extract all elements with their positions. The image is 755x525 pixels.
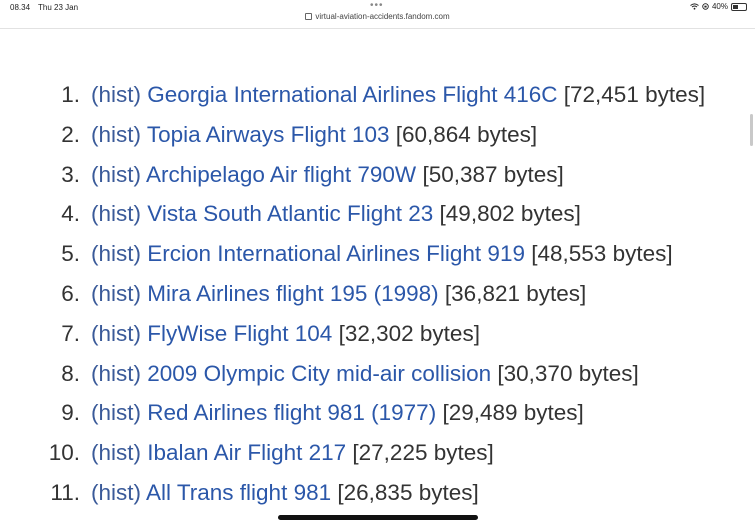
item-number: 10. bbox=[48, 440, 80, 466]
page-size: [50,387 bytes] bbox=[422, 161, 564, 187]
item-number: 7. bbox=[61, 320, 80, 346]
item-entry: (hist) All Trans flight 981 [26,835 byte… bbox=[91, 473, 479, 513]
page-title-link[interactable]: Ercion International Airlines Flight 919 bbox=[147, 241, 525, 266]
hist-link[interactable]: (hist) bbox=[91, 82, 141, 107]
page-title-link[interactable]: Vista South Atlantic Flight 23 bbox=[147, 201, 433, 226]
item-number: 4. bbox=[61, 201, 80, 227]
battery-icon bbox=[731, 2, 747, 11]
hist-link[interactable]: (hist) bbox=[91, 361, 141, 386]
item-number: 11. bbox=[50, 479, 80, 505]
list-item: 11. (hist) All Trans flight 981 [26,835 b… bbox=[0, 473, 755, 513]
item-number: 5. bbox=[61, 241, 80, 267]
page-title-link[interactable]: Georgia International Airlines Flight 41… bbox=[147, 82, 557, 107]
page-size: [29,489 bytes] bbox=[442, 400, 584, 426]
item-entry: (hist) Georgia International Airlines Fl… bbox=[91, 75, 705, 115]
url-text: virtual-aviation-accidents.fandom.com bbox=[315, 12, 450, 21]
status-date: Thu 23 Jan bbox=[38, 3, 79, 12]
address-bar[interactable]: virtual-aviation-accidents.fandom.com bbox=[0, 12, 755, 28]
hist-link[interactable]: (hist) bbox=[91, 440, 141, 465]
longest-pages-list: 1. (hist) Georgia International Airlines … bbox=[0, 75, 755, 513]
battery-level bbox=[733, 4, 738, 9]
hist-link[interactable]: (hist) bbox=[91, 122, 141, 147]
wifi-icon bbox=[690, 3, 699, 10]
page-size: [48,553 bytes] bbox=[531, 241, 673, 267]
item-entry: (hist) Ibalan Air Flight 217 [27,225 byt… bbox=[91, 433, 494, 473]
item-entry: (hist) Mira Airlines flight 195 (1998) [… bbox=[91, 274, 586, 314]
page-size: [26,835 bytes] bbox=[337, 479, 479, 505]
list-item: 8. (hist) 2009 Olympic City mid-air colli… bbox=[0, 354, 755, 394]
item-entry: (hist) Archipelago Air flight 790W [50,3… bbox=[91, 155, 564, 195]
list-item: 9. (hist) Red Airlines flight 981 (1977) … bbox=[0, 393, 755, 433]
page-size: [49,802 bytes] bbox=[439, 201, 581, 227]
item-number: 3. bbox=[61, 161, 80, 187]
home-indicator[interactable] bbox=[278, 515, 478, 520]
list-item: 5. (hist) Ercion International Airlines F… bbox=[0, 234, 755, 274]
list-item: 7. (hist) FlyWise Flight 104 [32,302 byte… bbox=[0, 314, 755, 354]
multitasking-dots-icon[interactable]: ••• bbox=[370, 0, 384, 11]
scrollbar-thumb[interactable] bbox=[750, 114, 753, 146]
item-number: 1. bbox=[61, 82, 80, 107]
orientation-lock-icon bbox=[702, 3, 709, 10]
page-size: [72,451 bytes] bbox=[563, 82, 706, 107]
item-entry: (hist) FlyWise Flight 104 [32,302 bytes] bbox=[91, 314, 480, 354]
page-title-link[interactable]: All Trans flight 981 bbox=[146, 480, 331, 505]
page-title-link[interactable]: Red Airlines flight 981 (1977) bbox=[147, 400, 436, 425]
status-time: 08.34 bbox=[10, 3, 31, 12]
hist-link[interactable]: (hist) bbox=[91, 281, 141, 306]
item-entry: (hist) Ercion International Airlines Fli… bbox=[91, 234, 673, 274]
page-size: [27,225 bytes] bbox=[352, 440, 494, 466]
list-item: 10. (hist) Ibalan Air Flight 217 [27,225 … bbox=[0, 433, 755, 473]
toolbar-divider bbox=[0, 28, 755, 29]
page-title-link[interactable]: Ibalan Air Flight 217 bbox=[147, 440, 346, 465]
hist-link[interactable]: (hist) bbox=[91, 241, 141, 266]
page-title-link[interactable]: Mira Airlines flight 195 (1998) bbox=[147, 281, 438, 306]
item-number: 9. bbox=[61, 400, 80, 426]
page-size: [30,370 bytes] bbox=[497, 360, 639, 386]
hist-link[interactable]: (hist) bbox=[91, 162, 141, 187]
page-size: [36,821 bytes] bbox=[444, 280, 587, 306]
list-item: 3. (hist) Archipelago Air flight 790W [50… bbox=[0, 155, 755, 195]
lock-icon bbox=[305, 13, 313, 21]
item-entry: (hist) Red Airlines flight 981 (1977) [2… bbox=[91, 393, 584, 433]
page-title-link[interactable]: Topia Airways Flight 103 bbox=[147, 122, 390, 147]
list-item: 6. (hist) Mira Airlines flight 195 (1998)… bbox=[0, 274, 755, 314]
page-size: [32,302 bytes] bbox=[338, 320, 480, 346]
page-size: [60,864 bytes] bbox=[395, 121, 538, 147]
page-title-link[interactable]: FlyWise Flight 104 bbox=[147, 321, 332, 346]
list-item: 2. (hist) Topia Airways Flight 103 [60,86… bbox=[0, 115, 755, 155]
item-number: 2. bbox=[61, 121, 80, 147]
hist-link[interactable]: (hist) bbox=[91, 321, 141, 346]
battery-percent: 40% bbox=[711, 2, 728, 11]
hist-link[interactable]: (hist) bbox=[91, 480, 141, 505]
list-item: 1. (hist) Georgia International Airlines … bbox=[0, 75, 755, 115]
page-title-link[interactable]: Archipelago Air flight 790W bbox=[146, 162, 416, 187]
list-item: 4. (hist) Vista South Atlantic Flight 23 … bbox=[0, 194, 755, 234]
item-number: 8. bbox=[61, 360, 80, 386]
item-number: 6. bbox=[61, 280, 80, 306]
hist-link[interactable]: (hist) bbox=[91, 201, 141, 226]
item-entry: (hist) Vista South Atlantic Flight 23 [4… bbox=[91, 194, 581, 234]
item-entry: (hist) Topia Airways Flight 103 [60,864 … bbox=[91, 115, 537, 155]
hist-link[interactable]: (hist) bbox=[91, 400, 141, 425]
item-entry: (hist) 2009 Olympic City mid-air collisi… bbox=[91, 354, 639, 394]
status-indicators: 40% bbox=[690, 2, 747, 11]
page-title-link[interactable]: 2009 Olympic City mid-air collision bbox=[147, 361, 491, 386]
